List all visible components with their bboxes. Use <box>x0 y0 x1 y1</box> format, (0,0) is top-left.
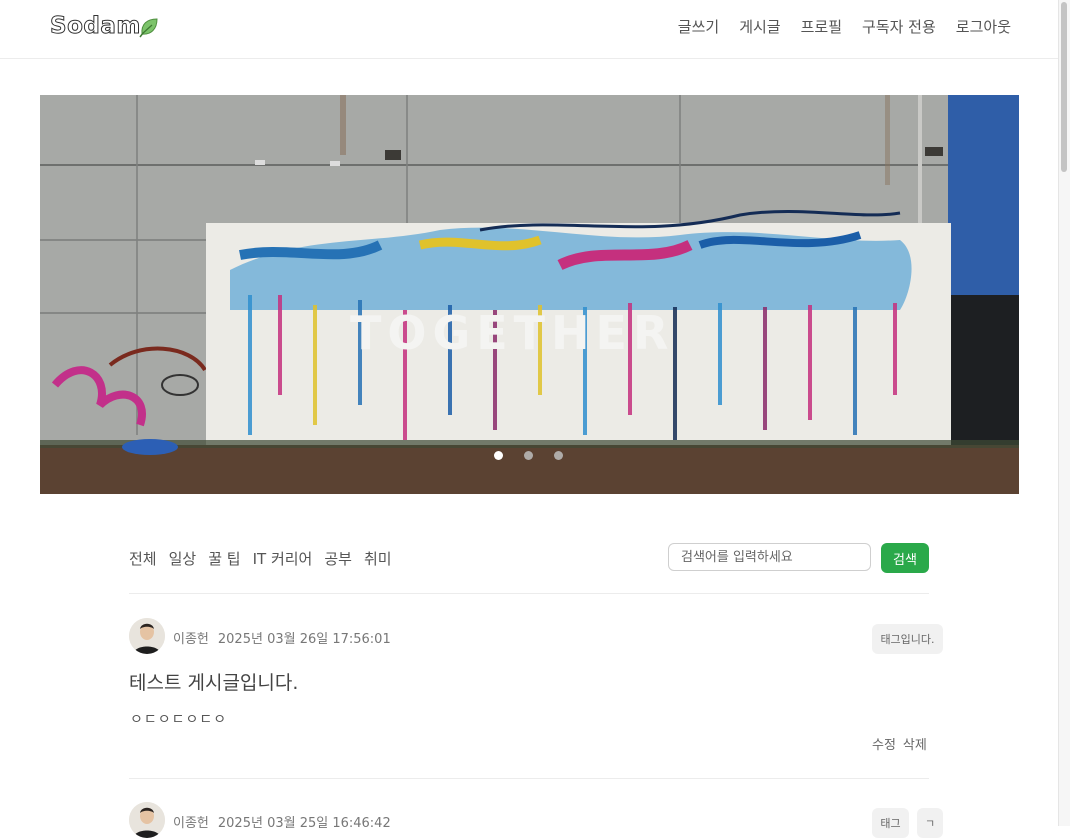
post-tag[interactable]: 태그 <box>872 808 909 838</box>
carousel-indicators <box>494 451 563 460</box>
post-title[interactable]: 테스트 게시글입니다. <box>129 668 298 695</box>
post-author[interactable]: 이종헌 <box>173 628 209 647</box>
post-tag[interactable]: 태그입니다. <box>872 624 943 654</box>
carousel-dot-2[interactable] <box>524 451 533 460</box>
hero-together-text: TOGETHER <box>350 306 674 360</box>
search-button[interactable]: 검색 <box>881 543 929 573</box>
site-logo[interactable]: Sodam <box>50 13 141 40</box>
post-body: ㅇㄷㅇㄷㅇㄷㅇ <box>130 712 228 728</box>
post-actions: 수정 삭제 <box>872 734 927 753</box>
filter-study[interactable]: 공부 <box>324 548 352 569</box>
post-date: 2025년 03월 26일 17:56:01 <box>217 632 391 647</box>
hero-image: TOGETHER <box>40 95 1019 494</box>
top-navbar: Sodam 글쓰기 게시글 프로필 구독자 전용 로그아웃 <box>0 0 1059 59</box>
carousel-dot-3[interactable] <box>554 451 563 460</box>
post-meta: 이종헌 2025년 03월 25일 16:46:42 <box>173 812 391 831</box>
filter-it-career[interactable]: IT 커리어 <box>253 548 313 569</box>
post-meta: 이종헌 2025년 03월 26일 17:56:01 <box>173 628 391 647</box>
search-input[interactable] <box>668 543 871 571</box>
post-tag[interactable]: ㄱ <box>917 808 943 838</box>
nav-logout[interactable]: 로그아웃 <box>956 16 1011 37</box>
scrollbar-thumb[interactable] <box>1061 2 1067 172</box>
carousel-dot-1[interactable] <box>494 451 503 460</box>
avatar <box>129 802 165 838</box>
post-divider <box>129 778 929 779</box>
filter-all[interactable]: 전체 <box>129 548 157 569</box>
nav-subscribers-only[interactable]: 구독자 전용 <box>862 16 936 37</box>
filter-tips[interactable]: 꿀 팁 <box>208 548 240 569</box>
main-nav: 글쓰기 게시글 프로필 구독자 전용 로그아웃 <box>678 16 1011 37</box>
edit-button[interactable]: 수정 <box>872 734 896 753</box>
section-divider <box>129 593 929 594</box>
page-scrollbar[interactable] <box>1058 0 1070 826</box>
post-date: 2025년 03월 25일 16:46:42 <box>217 816 391 831</box>
avatar <box>129 618 165 654</box>
post-author[interactable]: 이종헌 <box>173 812 209 831</box>
leaf-icon <box>139 18 158 38</box>
nav-profile[interactable]: 프로필 <box>801 16 842 37</box>
delete-button[interactable]: 삭제 <box>903 734 927 753</box>
nav-write[interactable]: 글쓰기 <box>678 16 719 37</box>
filter-hobby[interactable]: 취미 <box>364 548 392 569</box>
hero-carousel[interactable]: TOGETHER <box>40 95 1019 494</box>
category-filters: 전체 일상 꿀 팁 IT 커리어 공부 취미 <box>129 548 392 569</box>
filter-daily[interactable]: 일상 <box>169 548 197 569</box>
nav-posts[interactable]: 게시글 <box>739 16 780 37</box>
